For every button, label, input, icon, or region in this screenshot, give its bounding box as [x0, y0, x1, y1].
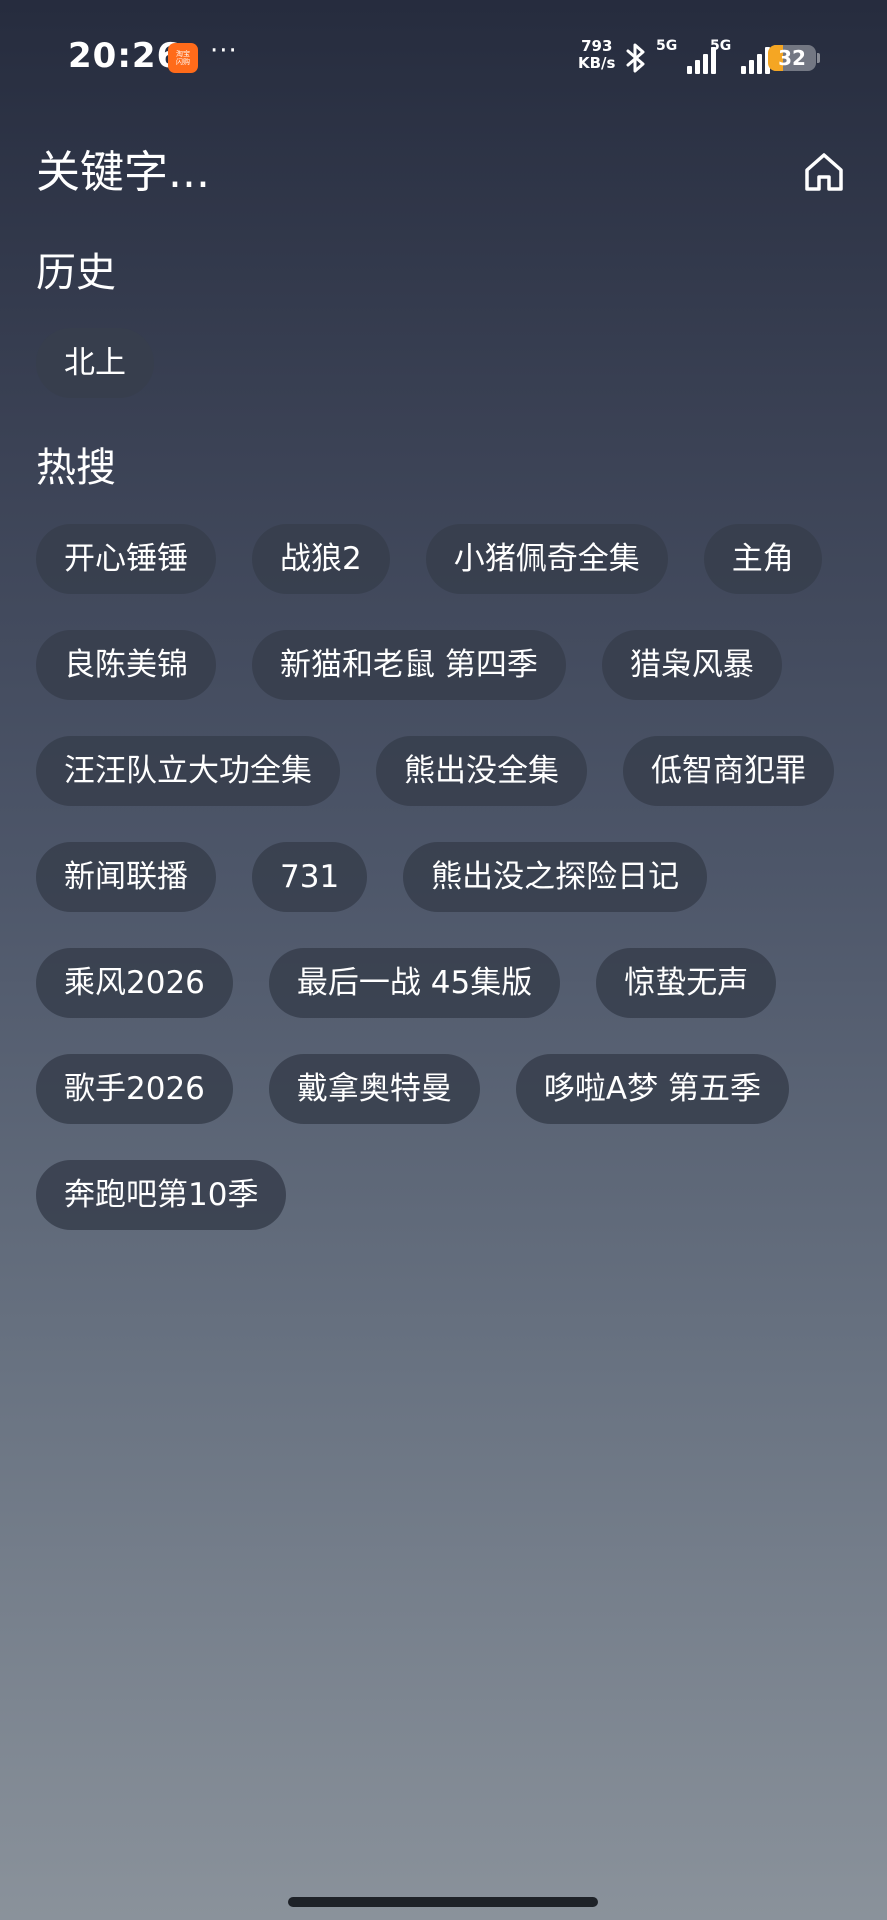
battery-tip	[817, 53, 820, 63]
sim1-signal-icon: 5G	[656, 38, 716, 74]
hot-search-chip[interactable]: 开心锤锤	[36, 524, 216, 594]
history-chip[interactable]: 北上	[36, 328, 154, 398]
hot-search-chip[interactable]: 新猫和老鼠 第四季	[252, 630, 566, 700]
hot-search-chip[interactable]: 731	[252, 842, 368, 912]
history-section-title: 历史	[36, 250, 116, 296]
hot-search-chip[interactable]: 新闻联播	[36, 842, 216, 912]
battery-icon: 32	[768, 45, 816, 71]
hot-search-chip[interactable]: 熊出没之探险日记	[403, 842, 708, 912]
taobao-shangou-app-icon: 淘宝 闪购	[168, 43, 198, 73]
hot-search-chip[interactable]: 哆啦A梦 第五季	[515, 1054, 789, 1124]
sim2-label: 5G	[710, 38, 732, 54]
search-input[interactable]	[36, 140, 776, 204]
network-speed: 793 KB/s	[578, 38, 615, 72]
home-button[interactable]	[798, 146, 850, 198]
status-bar: 20:26 淘宝 闪购 ··· 793 KB/s 5G 5G 32	[0, 0, 887, 118]
hot-search-chip[interactable]: 熊出没全集	[376, 736, 587, 806]
hot-search-chip[interactable]: 歌手2026	[36, 1054, 233, 1124]
hot-search-section-title: 热搜	[36, 445, 116, 491]
hot-search-chip[interactable]: 良陈美锦	[36, 630, 216, 700]
hot-search-chip[interactable]: 猎枭风暴	[601, 630, 782, 700]
battery-level: 32	[778, 46, 806, 70]
home-indicator[interactable]	[288, 1897, 598, 1907]
hot-search-chip[interactable]: 战狼2	[252, 524, 390, 594]
network-speed-value: 793	[581, 37, 613, 55]
status-time: 20:26	[68, 36, 182, 76]
history-list: 北上	[36, 328, 856, 398]
home-icon	[805, 153, 843, 191]
hot-search-chip[interactable]: 惊蛰无声	[596, 948, 777, 1018]
app-badge-line1: 淘宝	[176, 50, 190, 58]
hot-search-chip[interactable]: 戴拿奥特曼	[268, 1054, 480, 1124]
bluetooth-icon	[626, 43, 645, 73]
sim2-signal-icon: 5G	[710, 38, 770, 74]
hot-search-chip[interactable]: 乘风2026	[36, 948, 233, 1018]
more-notifications-icon: ···	[210, 36, 238, 66]
app-badge-line2: 闪购	[176, 58, 190, 66]
hot-search-chip[interactable]: 汪汪队立大功全集	[36, 736, 340, 806]
hot-search-chip[interactable]: 低智商犯罪	[623, 736, 834, 806]
hot-search-list: 开心锤锤 战狼2 小猪佩奇全集 主角良陈美锦 新猫和老鼠 第四季 猎枭风暴汪汪队立大功全集…	[36, 524, 856, 1230]
hot-search-chip[interactable]: 主角	[703, 524, 822, 594]
hot-search-chip[interactable]: 小猪佩奇全集	[425, 524, 668, 594]
network-speed-unit: KB/s	[578, 54, 616, 72]
hot-search-chip[interactable]: 奔跑吧第10季	[36, 1160, 287, 1230]
hot-search-chip[interactable]: 最后一战 45集版	[268, 948, 561, 1018]
sim1-label: 5G	[656, 38, 678, 54]
